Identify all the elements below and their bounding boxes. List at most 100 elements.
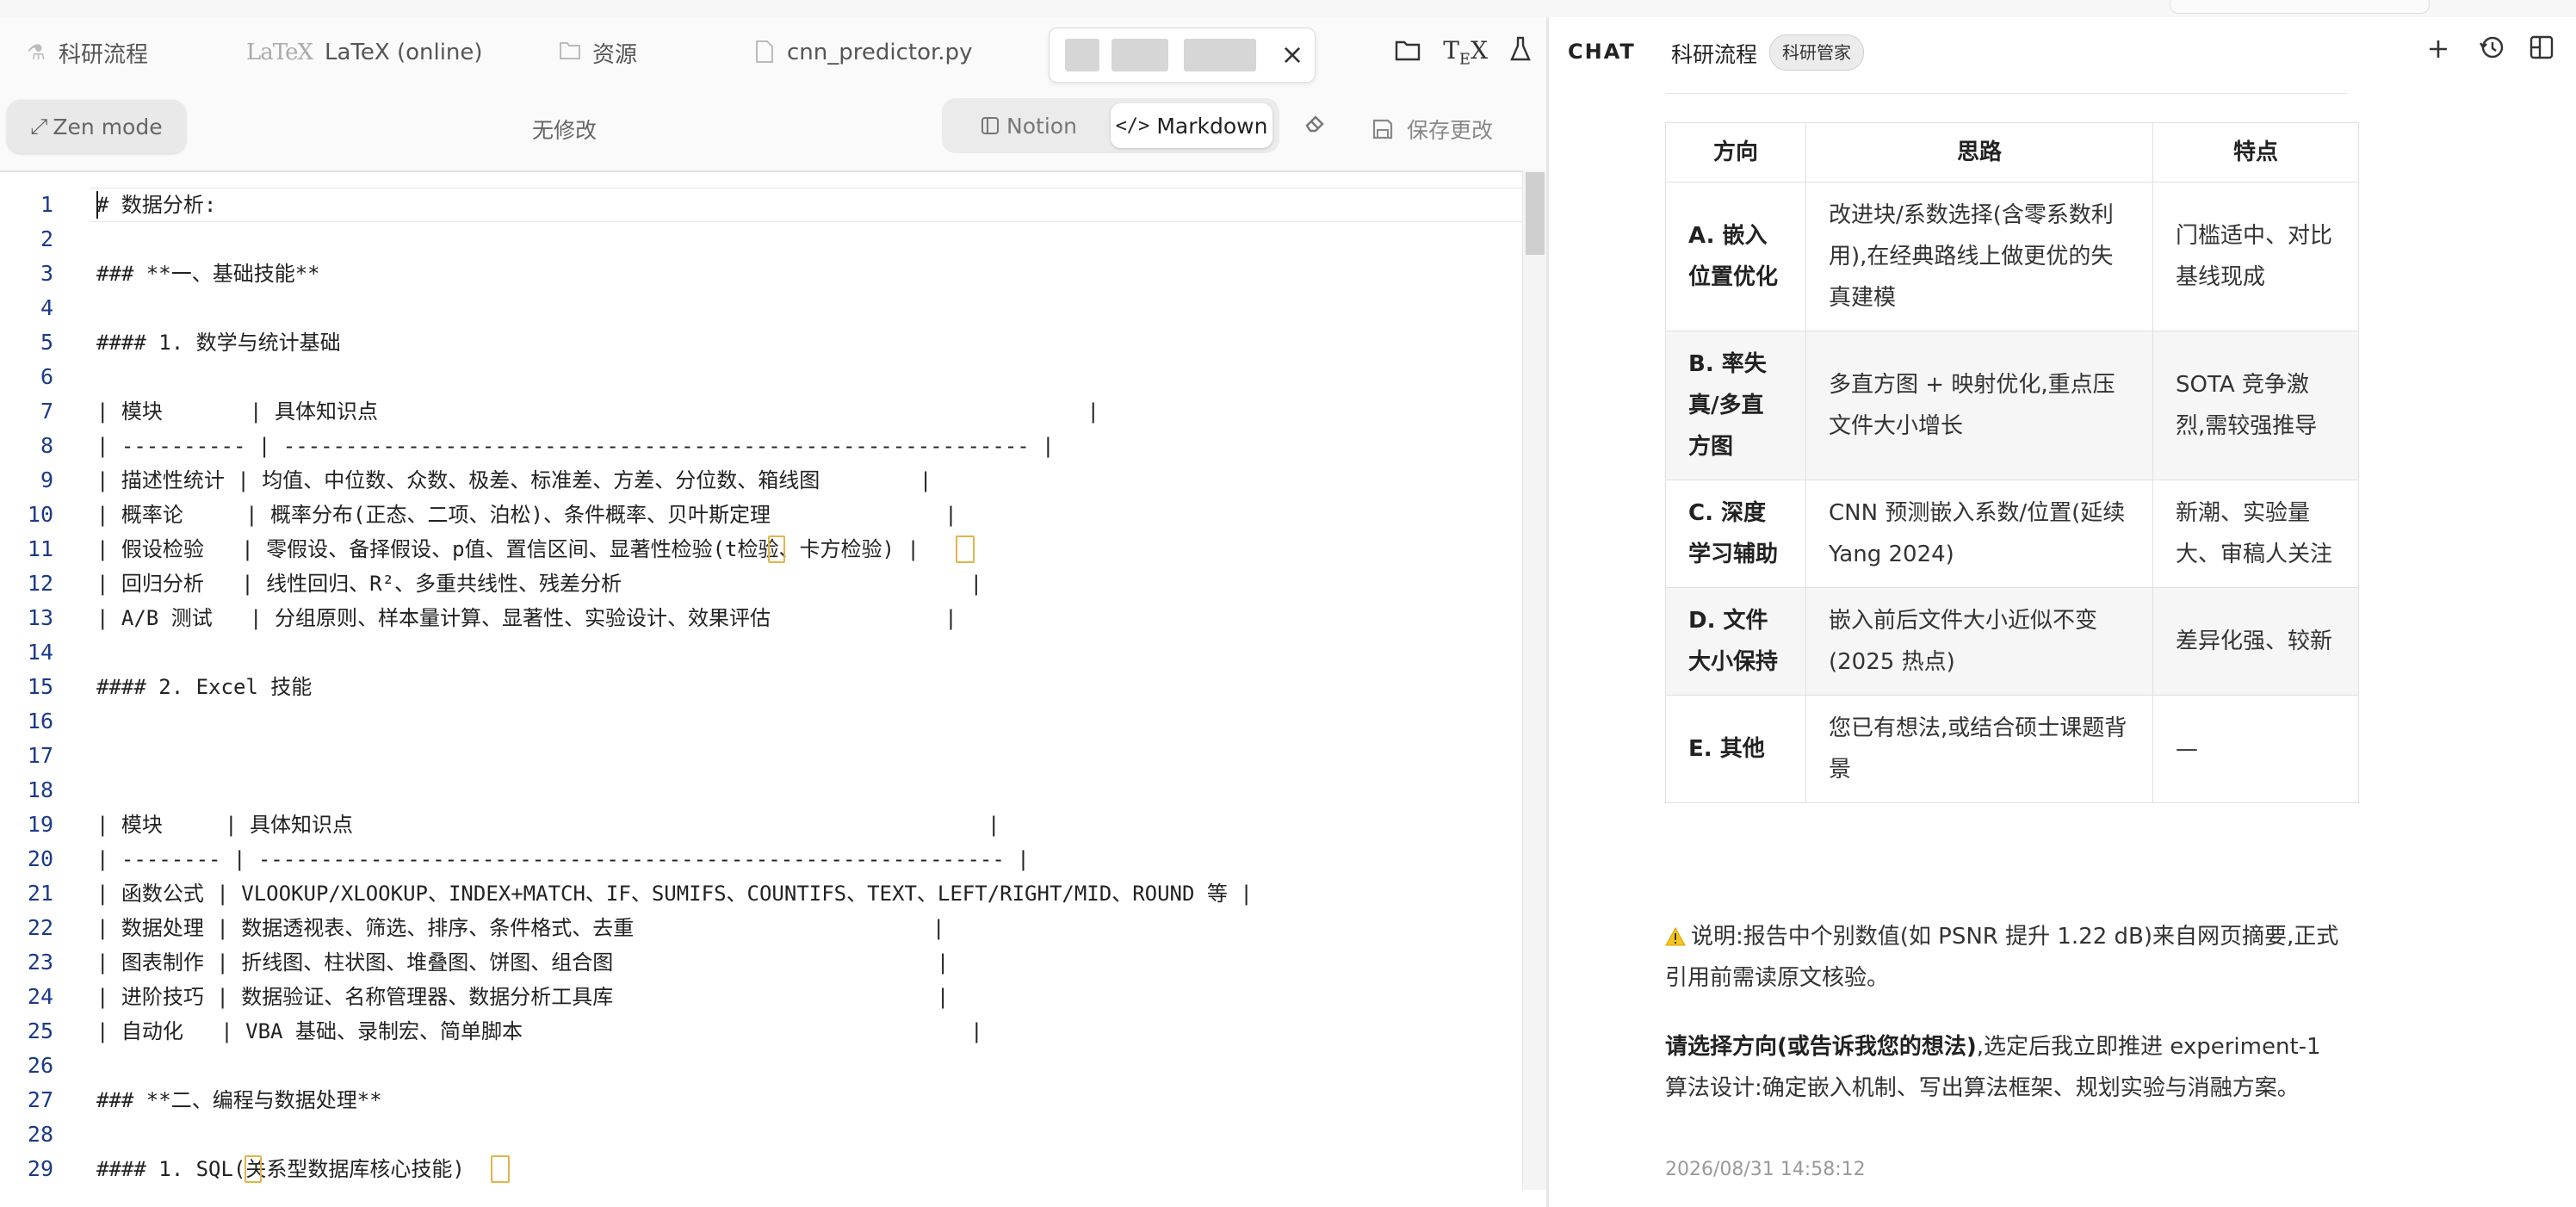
close-icon[interactable]: ×	[1273, 35, 1311, 73]
line-number: 3	[40, 261, 53, 286]
chat-project-name: 科研流程	[1671, 42, 1758, 67]
line-number: 26	[27, 1053, 53, 1078]
zen-mode-button[interactable]: ⤢ Zen mode	[7, 100, 186, 153]
tab-label: LaTeX (online)	[325, 40, 483, 65]
table-cell-direction: D. 文件大小保持	[1665, 587, 1806, 696]
line-text: | 进阶技巧 | 数据验证、名称管理器、数据分析工具库 |	[96, 985, 950, 1009]
line-number: 17	[27, 743, 53, 768]
history-icon[interactable]	[2479, 34, 2505, 67]
table-cell-feature: SOTA 竞争激烈,需较强推导	[2152, 331, 2359, 480]
bracket-match-highlight	[768, 535, 785, 563]
line-text: ### **二、编程与数据处理**	[96, 1088, 382, 1112]
table-cell-feature: 门槛适中、对比基线现成	[2152, 182, 2359, 331]
table-row: B. 率失真/多直方图 多直方图 + 映射优化,重点压文件大小增长 SOTA 竞…	[1665, 331, 2359, 480]
save-changes-button[interactable]: 保存更改	[1372, 114, 1493, 145]
line-number: 20	[27, 846, 53, 871]
tex-icon[interactable]: TEX	[1443, 36, 1488, 69]
editor-line: 13 | A/B 测试 | 分组原则、样本量计算、显著性、实验设计、效果评估 |	[0, 601, 1522, 635]
tab-bar: ⚗ 科研流程 LaTeX LaTeX (online) 资源 cnn_predi…	[0, 17, 1546, 88]
tab-research-flow[interactable]: ⚗ 科研流程	[26, 17, 148, 88]
tab-label: 科研流程	[59, 41, 149, 68]
latex-logo-icon: LaTeX	[246, 40, 313, 65]
bracket-match-highlight	[491, 1155, 510, 1183]
line-number: 9	[40, 467, 53, 492]
flask-icon: ⚗	[27, 40, 46, 65]
save-status: 无修改	[532, 118, 598, 143]
line-text: | 模块 | 具体知识点 |	[96, 399, 1099, 424]
markdown-mode-button[interactable]: </> Markdown	[1111, 103, 1273, 148]
content-top-rule	[1665, 93, 2347, 94]
prompt-emphasis: 请选择方向(或告诉我您的想法)	[1665, 1034, 1977, 1060]
editor-line: 23 | 图表制作 | 折线图、柱状图、堆叠图、饼图、组合图 |	[0, 945, 1522, 980]
direction-table: 方向 思路 特点 A. 嵌入位置优化 改进块/系数选择(含零系数利用),在经典路…	[1665, 122, 2359, 803]
line-number: 22	[27, 915, 53, 940]
flask-icon[interactable]	[1510, 36, 1531, 69]
editor-line: 16	[0, 704, 1522, 739]
editor-line: 18	[0, 773, 1522, 808]
view-mode-toggle: Notion </> Markdown	[942, 98, 1279, 153]
open-folder-icon[interactable]	[1395, 38, 1421, 68]
line-text: | 回归分析 | 线性回归、R²、多重共线性、残差分析 |	[96, 572, 983, 596]
table-cell-idea: 嵌入前后文件大小近似不变(2025 热点)	[1805, 587, 2153, 696]
zen-mode-label: Zen mode	[53, 114, 163, 139]
line-text: # 数据分析:	[96, 193, 217, 217]
notion-mode-button[interactable]: Notion	[947, 103, 1111, 148]
table-header-row: 方向 思路 特点	[1665, 122, 2359, 183]
line-number: 4	[40, 295, 53, 320]
editor-line: 9 | 描述性统计 | 均值、中位数、众数、极差、标准差、方差、分位数、箱线图 |	[0, 463, 1522, 498]
editor-scrollbar[interactable]	[1522, 170, 1547, 1190]
editor-line: 5 #### 1. 数学与统计基础	[0, 325, 1522, 360]
line-text: | 假设检验 | 零假设、备择假设、p值、置信区间、显著性检验(t检验、卡方检验…	[96, 537, 920, 561]
table-cell-feature: —	[2152, 695, 2359, 803]
tab-active-redacted[interactable]: ×	[1049, 28, 1316, 83]
line-number: 13	[27, 605, 53, 630]
layout-toggle-icon[interactable]	[2529, 34, 2554, 67]
warning-text: 说明:报告中个别数值(如 PSNR 提升 1.22 dB)来自网页摘要,正式引用…	[1665, 924, 2339, 991]
scrollbar-thumb[interactable]	[1526, 172, 1545, 255]
markdown-label: Markdown	[1156, 113, 1268, 139]
line-number: 25	[27, 1018, 53, 1043]
line-number: 27	[27, 1087, 53, 1112]
table-cell-feature: 差异化强、较新	[2152, 587, 2359, 696]
tab-latex-online[interactable]: LaTeX LaTeX (online)	[246, 17, 483, 88]
notion-icon	[981, 117, 1000, 134]
agent-badge[interactable]: 科研管家	[1769, 34, 1864, 71]
tab-cnn-predictor[interactable]: cnn_predictor.py	[754, 17, 972, 88]
markdown-editor[interactable]: 1 # 数据分析: 2 3 ### **一、基础技能** 4 5 #### 1. 数学…	[0, 188, 1522, 1207]
line-number: 18	[27, 777, 53, 802]
line-number: 23	[27, 950, 53, 975]
line-number: 1	[40, 192, 53, 217]
line-text: #### 2. Excel 技能	[96, 675, 313, 699]
editor-line: 10 | 概率论 | 概率分布(正态、二项、泊松)、条件概率、贝叶斯定理 |	[0, 498, 1522, 532]
assistant-prompt: 请选择方向(或告诉我您的想法),选定后我立即推进 experiment-1 算法…	[1665, 1026, 2345, 1109]
folder-icon	[560, 40, 580, 65]
table-row: A. 嵌入位置优化 改进块/系数选择(含零系数利用),在经典路线上做更优的失真建…	[1665, 182, 2359, 331]
table-cell-direction: C. 深度学习辅助	[1665, 480, 1806, 588]
tab-resources[interactable]: 资源	[560, 17, 637, 88]
editor-line: 2	[0, 222, 1522, 257]
line-number: 29	[27, 1156, 53, 1181]
line-number: 24	[27, 984, 53, 1009]
line-text: #### 1. SQL(关系型数据库核心技能)	[96, 1157, 465, 1181]
table-header: 方向	[1665, 122, 1806, 183]
chat-header: CHAT 科研流程 科研管家	[1549, 17, 2576, 88]
bracket-match-highlight	[245, 1155, 262, 1183]
chat-label: CHAT	[1568, 40, 1636, 64]
line-text: | 概率论 | 概率分布(正态、二项、泊松)、条件概率、贝叶斯定理 |	[96, 503, 957, 527]
line-text: | 模块 | 具体知识点 |	[96, 813, 1000, 837]
editor-line: 4	[0, 291, 1522, 325]
editor-line: 3 ### **一、基础技能**	[0, 257, 1522, 291]
code-icon: </>	[1115, 115, 1150, 137]
table-cell-feature: 新潮、实验量大、审稿人关注	[2152, 480, 2359, 588]
line-number: 10	[27, 502, 53, 527]
eraser-icon[interactable]	[1303, 112, 1328, 140]
line-number: 19	[27, 812, 53, 837]
line-number: 15	[27, 674, 53, 699]
plus-icon[interactable]	[2427, 34, 2449, 67]
warning-note: 说明:报告中个别数值(如 PSNR 提升 1.22 dB)来自网页摘要,正式引用…	[1665, 916, 2345, 999]
save-icon	[1372, 119, 1393, 139]
line-text: | -------- | ---------------------------…	[96, 847, 1030, 871]
window-top-strip	[0, 0, 2576, 18]
chat-pane: CHAT 科研流程 科研管家 方向 思路 特点 A. 嵌入位置优化 改进块/系数…	[1549, 17, 2576, 1207]
top-search-pill[interactable]	[2170, 0, 2430, 14]
